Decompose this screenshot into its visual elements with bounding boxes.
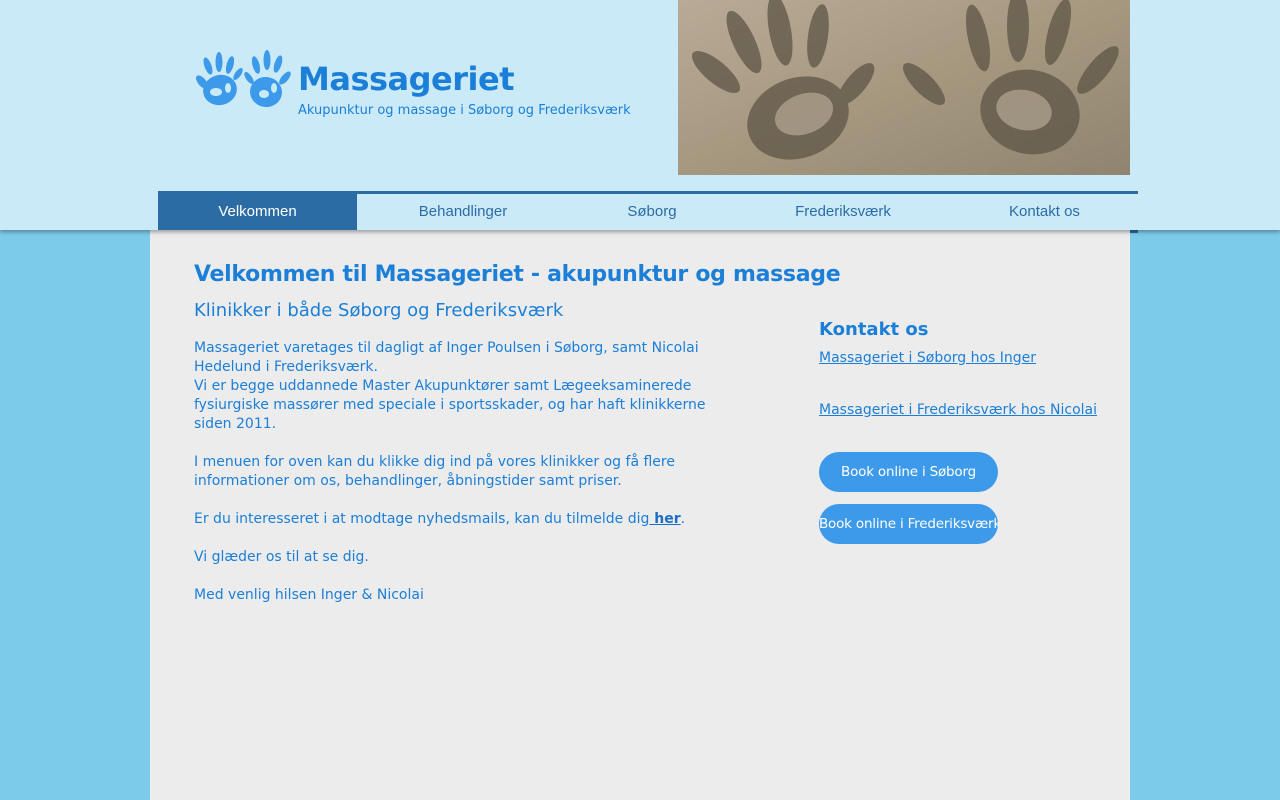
site-title[interactable]: Massageriet	[298, 60, 514, 98]
paragraph-menu-info: I menuen for oven kan du klikke dig ind …	[194, 454, 675, 489]
book-online-frederiksvaerk-button[interactable]: Book online i Frederiksværk	[819, 504, 998, 544]
paragraph-newsletter: Er du interesseret i at modtage nyhedsma…	[194, 510, 734, 529]
nav-item-kontakt[interactable]: Kontakt os	[951, 194, 1138, 230]
nav-item-velkommen[interactable]: Velkommen	[158, 194, 357, 230]
newsletter-signup-link[interactable]: her	[649, 511, 680, 527]
book-online-soborg-button[interactable]: Book online i Søborg	[819, 452, 998, 492]
nav-item-soborg[interactable]: Søborg	[569, 194, 735, 230]
page-title: Velkommen til Massageriet - akupunktur o…	[194, 262, 841, 287]
handprints-logo-icon[interactable]	[194, 48, 292, 118]
paragraph-education: Vi er begge uddannede Master Akupunktøre…	[194, 378, 706, 432]
nav-item-behandlinger[interactable]: Behandlinger	[357, 194, 569, 230]
newsletter-text: Er du interesseret i at modtage nyhedsma…	[194, 511, 650, 527]
paragraph-intro: Massageriet varetages til dagligt af Ing…	[194, 340, 699, 375]
page-subtitle: Klinikker i både Søborg og Frederiksværk	[194, 300, 564, 321]
main-navigation: Velkommen Behandlinger Søborg Frederiksv…	[158, 191, 1138, 230]
newsletter-period: .	[680, 511, 686, 527]
site-subtitle: Akupunktur og massage i Søborg og Freder…	[298, 103, 631, 118]
paragraph-greeting: Vi glæder os til at se dig.	[194, 549, 369, 565]
paragraph-signature: Med venlig hilsen Inger & Nicolai	[194, 587, 424, 603]
hero-image	[678, 0, 1130, 175]
contact-title: Kontakt os	[819, 319, 929, 340]
intro-text: Massageriet varetages til dagligt af Ing…	[194, 339, 734, 605]
contact-link-frederiksvaerk[interactable]: Massageriet i Frederiksværk hos Nicolai	[819, 402, 1097, 418]
nav-item-frederiksvaerk[interactable]: Frederiksværk	[735, 194, 951, 230]
main-content: Velkommen til Massageriet - akupunktur o…	[150, 230, 1130, 800]
contact-link-soborg[interactable]: Massageriet i Søborg hos Inger	[819, 350, 1036, 366]
